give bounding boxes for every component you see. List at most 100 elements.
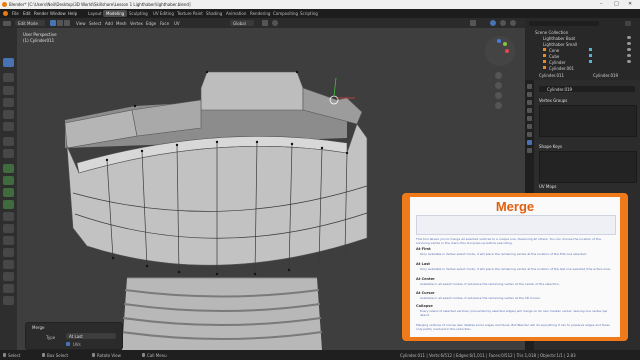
vertex-groups-list[interactable] bbox=[539, 105, 637, 137]
annotate-tool-icon[interactable] bbox=[3, 137, 14, 146]
bevel-tool-icon[interactable] bbox=[3, 188, 14, 197]
visibility-eye-icon[interactable] bbox=[627, 36, 631, 39]
proportional-edit-icon[interactable] bbox=[272, 20, 278, 26]
outliner-item-cube[interactable]: Cube bbox=[549, 54, 559, 59]
extrude-tool-icon[interactable] bbox=[3, 164, 14, 173]
menu-window[interactable]: Window bbox=[50, 11, 66, 16]
tab-modeling[interactable]: Modeling bbox=[103, 10, 128, 17]
panel-vertex-groups[interactable]: Vertex Groups bbox=[539, 98, 567, 103]
inset-tool-icon[interactable] bbox=[3, 176, 14, 185]
zoom-icon[interactable] bbox=[495, 72, 502, 79]
menu-face[interactable]: Face bbox=[160, 21, 169, 26]
outliner-root[interactable]: Scene Collection bbox=[535, 30, 568, 35]
menu-add[interactable]: Add bbox=[105, 21, 113, 26]
poly-build-tool-icon[interactable] bbox=[3, 224, 14, 233]
outliner-tab-cylinder-011[interactable]: Cylinder.011 bbox=[539, 73, 564, 78]
move-tool-icon[interactable] bbox=[3, 86, 14, 95]
menu-vertex[interactable]: Vertex bbox=[130, 21, 143, 26]
measure-tool-icon[interactable] bbox=[3, 149, 14, 158]
rip-tool-icon[interactable] bbox=[3, 296, 14, 305]
operator-panel-title[interactable]: Merge bbox=[32, 325, 45, 330]
outliner-item-cone[interactable]: Cone bbox=[549, 48, 559, 53]
tab-texture-paint[interactable]: Texture Paint bbox=[174, 10, 206, 17]
world-tab-icon[interactable] bbox=[527, 116, 532, 121]
maximize-icon[interactable]: □ bbox=[614, 1, 619, 7]
navigation-gizmo[interactable] bbox=[485, 36, 515, 66]
gizmo-z-icon[interactable] bbox=[497, 39, 501, 43]
panel-uv-maps[interactable]: UV Maps bbox=[539, 184, 556, 189]
tab-shading[interactable]: Shading bbox=[203, 10, 225, 17]
snap-icon[interactable] bbox=[262, 20, 268, 26]
knife-tool-icon[interactable] bbox=[3, 212, 14, 221]
transform-orientation-dropdown[interactable]: Global bbox=[230, 20, 254, 26]
mesh-data-tab-icon[interactable] bbox=[527, 140, 532, 145]
material-tab-icon[interactable] bbox=[527, 148, 532, 153]
vertex-mode-icon[interactable] bbox=[50, 20, 56, 26]
outliner-item-lighthaber-boat[interactable]: Lighthaber Boat bbox=[543, 36, 575, 41]
visibility-eye-icon[interactable] bbox=[627, 54, 631, 57]
shading-solid-icon[interactable] bbox=[490, 20, 496, 26]
loop-cut-tool-icon[interactable] bbox=[3, 200, 14, 209]
spin-tool-icon[interactable] bbox=[3, 236, 14, 245]
shrink-fatten-tool-icon[interactable] bbox=[3, 272, 14, 281]
menu-file[interactable]: File bbox=[12, 11, 19, 16]
outliner-item-cylinder[interactable]: Cylinder bbox=[549, 60, 566, 65]
uvs-checkbox[interactable] bbox=[66, 342, 70, 346]
scale-tool-icon[interactable] bbox=[3, 110, 14, 119]
tab-uv-editing[interactable]: UV Editing bbox=[150, 10, 177, 17]
tab-sculpting[interactable]: Sculpting bbox=[126, 10, 151, 17]
transform-tool-icon[interactable] bbox=[3, 122, 14, 131]
pan-hand-icon[interactable] bbox=[495, 82, 502, 89]
properties-object-field[interactable]: Cylinder.019 bbox=[539, 86, 635, 92]
outliner-item-cylinder-001[interactable]: Cylinder.001 bbox=[549, 66, 574, 71]
edge-slide-tool-icon[interactable] bbox=[3, 260, 14, 269]
scene-tab-icon[interactable] bbox=[527, 108, 532, 113]
gizmo-x-icon[interactable] bbox=[505, 49, 509, 53]
outliner-search-input[interactable] bbox=[529, 21, 599, 26]
output-tab-icon[interactable] bbox=[527, 100, 532, 105]
tab-layout[interactable]: Layout bbox=[85, 10, 105, 17]
rotate-tool-icon[interactable] bbox=[3, 98, 14, 107]
object-tab-icon[interactable] bbox=[527, 124, 532, 129]
menu-render[interactable]: Render bbox=[34, 11, 48, 16]
filter-icon[interactable] bbox=[625, 21, 631, 26]
shading-rendered-icon[interactable] bbox=[510, 20, 516, 26]
menu-edge[interactable]: Edge bbox=[146, 21, 156, 26]
edge-mode-icon[interactable] bbox=[57, 20, 63, 26]
camera-view-icon[interactable] bbox=[495, 92, 502, 99]
outliner-tab-cylinder-019[interactable]: Cylinder.019 bbox=[593, 73, 618, 78]
blender-menu-icon[interactable] bbox=[3, 11, 8, 16]
select-tool-icon[interactable] bbox=[3, 58, 14, 67]
panel-shape-keys[interactable]: Shape Keys bbox=[539, 144, 562, 149]
visibility-eye-icon[interactable] bbox=[627, 60, 631, 63]
visibility-eye-icon[interactable] bbox=[627, 48, 631, 51]
visibility-eye-icon[interactable] bbox=[627, 42, 631, 45]
tool-tab-icon[interactable] bbox=[527, 84, 532, 89]
outliner-item-lighthaber-small[interactable]: Lighthaber Small bbox=[543, 42, 577, 47]
perspective-toggle-icon[interactable] bbox=[495, 102, 502, 109]
merge-type-dropdown[interactable]: At Last bbox=[66, 333, 116, 339]
menu-uv[interactable]: UV bbox=[174, 21, 180, 26]
editor-type-icon[interactable] bbox=[3, 21, 11, 26]
shear-tool-icon[interactable] bbox=[3, 284, 14, 293]
operator-panel-merge[interactable]: Merge Type At Last UVs bbox=[25, 322, 123, 350]
gizmo-y-icon[interactable] bbox=[503, 42, 507, 46]
close-icon[interactable]: ✕ bbox=[628, 1, 632, 7]
mode-dropdown[interactable]: Edit Mode bbox=[15, 20, 45, 26]
modifier-tab-icon[interactable] bbox=[527, 132, 532, 137]
menu-mesh[interactable]: Mesh bbox=[116, 21, 127, 26]
overlay-icon[interactable] bbox=[470, 20, 476, 26]
menu-edit[interactable]: Edit bbox=[23, 11, 31, 16]
shape-keys-list[interactable] bbox=[539, 151, 637, 183]
shading-material-icon[interactable] bbox=[500, 20, 506, 26]
menu-view[interactable]: View bbox=[76, 21, 86, 26]
menu-select[interactable]: Select bbox=[89, 21, 101, 26]
smooth-tool-icon[interactable] bbox=[3, 248, 14, 257]
face-mode-icon[interactable] bbox=[64, 20, 70, 26]
tab-animation[interactable]: Animation bbox=[223, 10, 249, 17]
tab-scripting[interactable]: Scripting bbox=[297, 10, 321, 17]
minimize-icon[interactable]: – bbox=[600, 1, 603, 7]
cursor-tool-icon[interactable] bbox=[3, 73, 14, 82]
render-tab-icon[interactable] bbox=[527, 92, 532, 97]
menu-help[interactable]: Help bbox=[68, 11, 77, 16]
